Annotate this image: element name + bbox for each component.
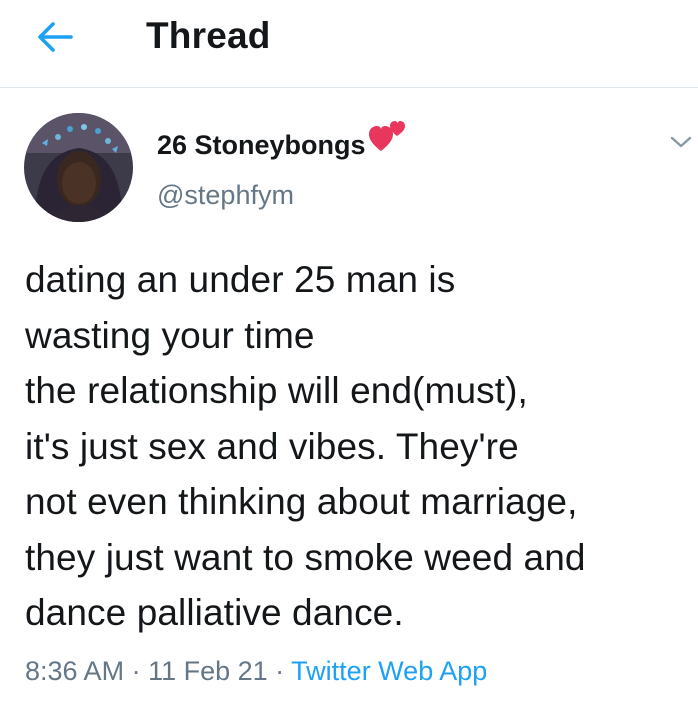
author-handle[interactable]: @stephfym (157, 178, 294, 212)
tweet-menu-button[interactable] (667, 128, 695, 156)
back-button[interactable] (32, 16, 78, 58)
thread-header: Thread (0, 0, 698, 88)
two-hearts-icon (368, 119, 406, 162)
chevron-down-icon (670, 136, 692, 148)
meta-separator: · (124, 656, 149, 686)
avatar[interactable] (24, 113, 133, 222)
arrow-left-icon (38, 22, 73, 52)
tweet-time[interactable]: 8:36 AM (25, 656, 124, 686)
tweet-text: dating an under 25 man is wasting your t… (25, 259, 586, 633)
tweet-date[interactable]: 11 Feb 21 (148, 656, 268, 686)
tweet-source-link[interactable]: Twitter Web App (291, 656, 487, 686)
page-title: Thread (146, 15, 271, 56)
author-display-name[interactable]: 26 Stoneybongs (157, 120, 406, 163)
display-name-text: 26 Stoneybongs (157, 130, 366, 160)
meta-separator: · (267, 656, 292, 686)
tweet-metadata: 8:36 AM · 11 Feb 21 · Twitter Web App (25, 651, 487, 691)
